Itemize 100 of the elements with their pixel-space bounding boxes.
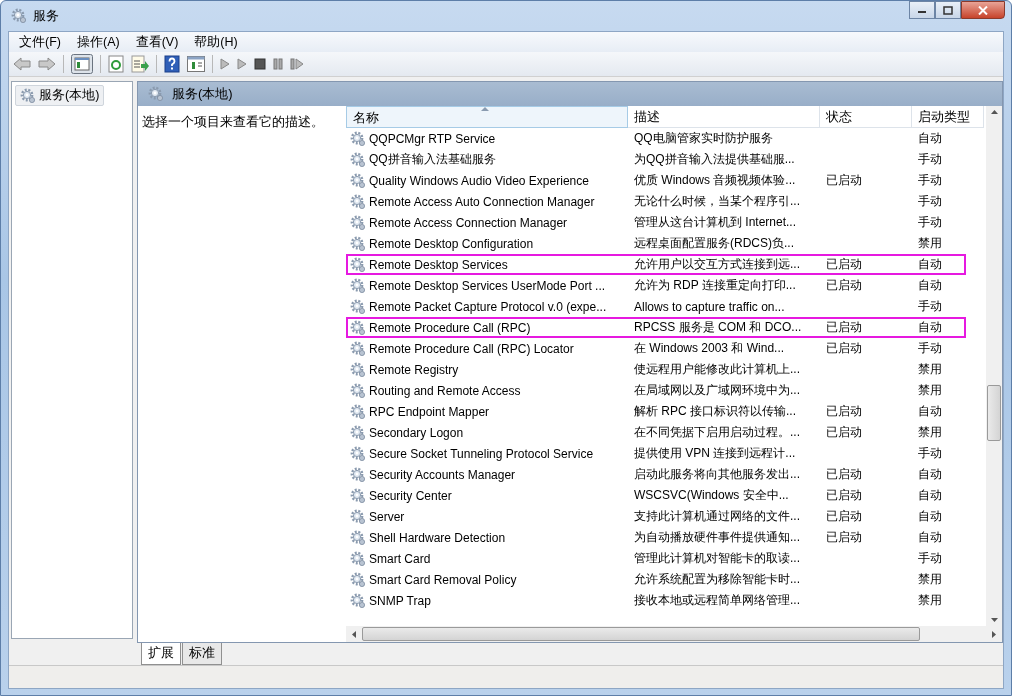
service-gear-icon [350,277,366,294]
help-icon[interactable] [164,55,180,73]
maximize-button[interactable] [935,1,961,19]
service-name: Quality Windows Audio Video Experience [369,173,589,188]
service-gear-icon [350,214,366,231]
service-name-cell[interactable]: QQPCMgr RTP Service [346,130,628,147]
service-gear-icon [350,571,366,588]
service-gear-icon [350,592,366,609]
menu-item[interactable]: 操作(A) [70,33,126,51]
service-name-cell[interactable]: Security Center [346,487,628,504]
description-cell-text: 管理此计算机对智能卡的取读... [633,550,801,567]
play-icon[interactable] [220,58,230,70]
service-name: Remote Procedure Call (RPC) Locator [369,341,574,356]
service-name-cell[interactable]: Routing and Remote Access [346,382,628,399]
description-cell-text: WSCSVC(Windows 安全中... [633,487,790,504]
menu-item[interactable]: 查看(V) [129,33,185,51]
service-name-cell[interactable]: Smart Card [346,550,628,567]
scroll-left-icon[interactable] [352,630,356,638]
description-cell-text: 远程桌面配置服务(RDCS)负... [633,235,795,252]
service-name: Remote Packet Capture Protocol v.0 (expe... [369,299,607,314]
service-name-cell[interactable]: QQ拼音输入法基础服务 [346,151,628,168]
service-name-cell[interactable]: Remote Procedure Call (RPC) [346,319,628,336]
service-name: Remote Registry [369,362,459,377]
service-gear-icon [350,172,366,189]
service-name-cell[interactable]: Remote Procedure Call (RPC) Locator [346,340,628,357]
service-gear-icon [350,466,366,483]
service-name-cell[interactable]: Remote Packet Capture Protocol v.0 (expe... [346,298,628,315]
service-name-cell[interactable]: Shell Hardware Detection [346,529,628,546]
console-tree-icon[interactable] [71,54,93,74]
description-cell-text: 在局域网以及广域网环境中为... [633,382,801,399]
column-header[interactable]: 启动类型 [912,106,984,128]
scroll-right-icon[interactable] [992,630,996,638]
pause-icon[interactable] [273,58,283,70]
scroll-down-icon[interactable] [990,618,998,622]
status-cell-text: 已启动 [825,319,863,336]
column-header[interactable]: 状态 [820,106,912,128]
service-name-cell[interactable]: Remote Desktop Configuration [346,235,628,252]
tab[interactable]: 扩展 [141,643,181,665]
service-name-cell[interactable]: Secondary Logon [346,424,628,441]
startup-type-cell-text: 禁用 [917,592,943,609]
service-name-cell[interactable]: Security Accounts Manager [346,466,628,483]
service-name-cell[interactable]: Quality Windows Audio Video Experience [346,172,628,189]
description-cell-text: Allows to capture traffic on... [633,299,786,314]
startup-type-cell-text: 禁用 [917,382,943,399]
service-name-cell[interactable]: RPC Endpoint Mapper [346,403,628,420]
service-gear-icon [350,340,366,357]
back-icon[interactable] [13,57,31,71]
refresh-icon[interactable] [108,55,124,73]
service-name-cell[interactable]: Secure Socket Tunneling Protocol Service [346,445,628,462]
export-list-icon[interactable] [131,55,149,73]
tab[interactable]: 标准 [182,643,222,665]
status-cell-text: 已启动 [825,508,863,525]
startup-type-cell-text: 禁用 [917,361,943,378]
service-gear-icon [350,424,366,441]
startup-type-cell-text: 自动 [917,256,943,273]
service-name-cell[interactable]: Remote Registry [346,361,628,378]
startup-type-cell-text: 手动 [917,340,943,357]
restart-icon[interactable] [290,58,304,70]
startup-type-cell-text: 禁用 [917,424,943,441]
status-cell-text: 已启动 [825,256,863,273]
startup-type-cell-text: 手动 [917,298,943,315]
service-gear-icon [350,403,366,420]
service-name: Remote Access Auto Connection Manager [369,194,595,209]
startup-type-cell-text: 手动 [917,550,943,567]
startup-type-cell-text: 禁用 [917,235,943,252]
service-name: Remote Procedure Call (RPC) [369,320,531,335]
status-cell-text: 已启动 [825,403,863,420]
service-name-cell[interactable]: Remote Desktop Services [346,256,628,273]
status-cell-text: 已启动 [825,529,863,546]
menu-item[interactable]: 帮助(H) [188,33,244,51]
close-button[interactable] [961,1,1005,19]
description-cell-text: QQ电脑管家实时防护服务 [633,130,774,147]
description-cell-text: 使远程用户能修改此计算机上... [633,361,801,378]
service-gear-icon [350,529,366,546]
column-header[interactable]: 描述 [628,106,820,128]
service-name: Secondary Logon [369,425,464,440]
description-cell-text: RPCSS 服务是 COM 和 DCO... [633,319,803,336]
scroll-up-icon[interactable] [990,110,998,114]
service-name: Remote Desktop Services UserMode Port ... [369,278,606,293]
stop-icon[interactable] [254,58,266,70]
tree-item[interactable]: 服务(本地) [15,85,105,106]
service-name-cell[interactable]: Smart Card Removal Policy [346,571,628,588]
service-name: Routing and Remote Access [369,383,521,398]
service-name: SNMP Trap [369,593,431,608]
description-cell-text: 解析 RPC 接口标识符以传输... [633,403,797,420]
service-name-cell[interactable]: Remote Access Connection Manager [346,214,628,231]
menu-item[interactable]: 文件(F) [13,33,67,51]
minimize-button[interactable] [909,1,935,19]
status-cell-text: 已启动 [825,277,863,294]
service-name-cell[interactable]: Remote Desktop Services UserMode Port ... [346,277,628,294]
startup-type-cell-text: 自动 [917,319,943,336]
properties-pane-icon[interactable] [187,56,205,72]
forward-icon[interactable] [38,57,56,71]
service-name-cell[interactable]: SNMP Trap [346,592,628,609]
service-name-cell[interactable]: Server [346,508,628,525]
column-header[interactable]: 名称 [346,106,628,128]
service-name: Shell Hardware Detection [369,530,506,545]
service-name-cell[interactable]: Remote Access Auto Connection Manager [346,193,628,210]
service-name: Security Accounts Manager [369,467,516,482]
play-icon[interactable] [237,58,247,70]
